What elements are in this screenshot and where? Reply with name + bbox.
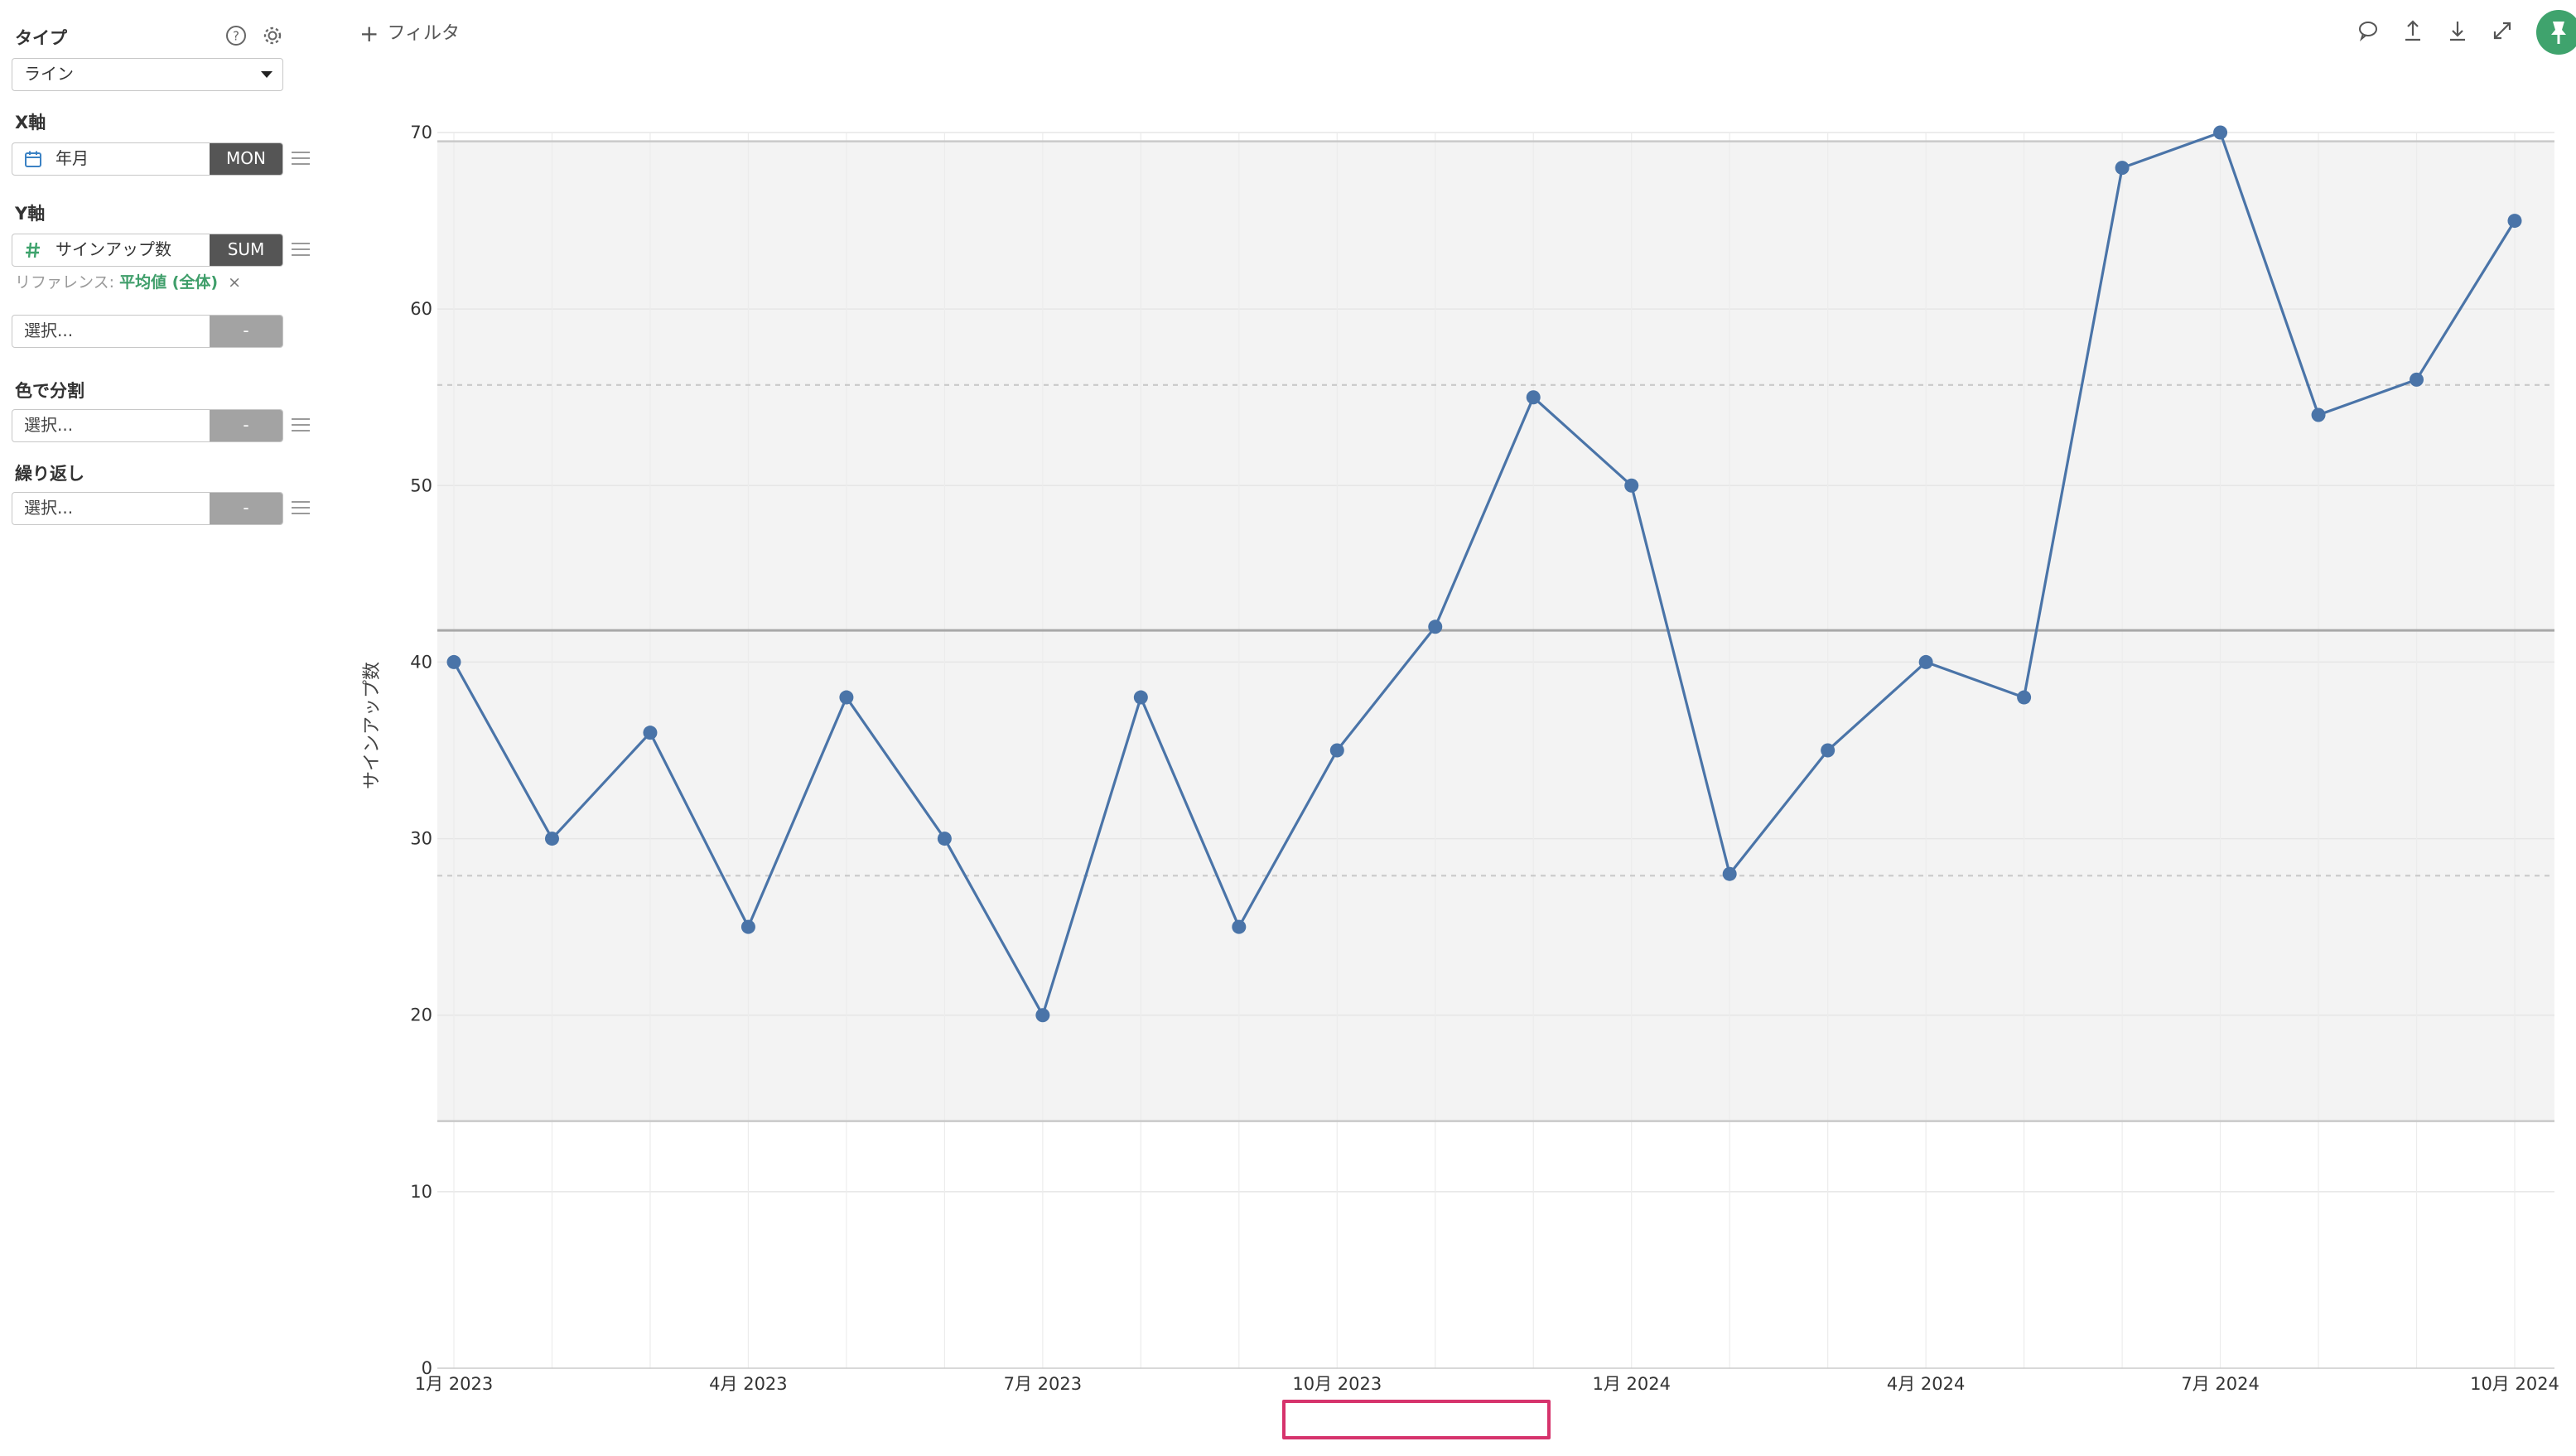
- y-tick-label: 10: [410, 1182, 432, 1202]
- x-tick-label: 4月 2023: [709, 1374, 787, 1394]
- data-point: [2017, 690, 2032, 705]
- data-point: [740, 919, 755, 934]
- data-point: [1722, 866, 1737, 881]
- x-tick-label: 1月 2024: [1592, 1374, 1670, 1394]
- data-point: [1821, 743, 1836, 758]
- x-tick-label: 1月 2023: [415, 1374, 493, 1394]
- y-tick-label: 60: [410, 299, 432, 319]
- data-point: [1329, 743, 1344, 758]
- y-tick-label: 50: [410, 475, 432, 495]
- y-tick-label: 30: [410, 829, 432, 849]
- x-tick-label: 7月 2023: [1004, 1374, 1082, 1394]
- x-tick-labels: 1月 2023 4月 2023 7月 2023 10月 2023 1月 2024 4月 2…: [415, 1374, 2559, 1394]
- app-window: タイプ ? ライン X軸 年月 MON Y軸 サインアップ数 SUM リファレン…: [0, 0, 2576, 1456]
- x-tick-label: 4月 2024: [1887, 1374, 1965, 1394]
- data-point: [643, 726, 658, 740]
- y-tick-label: 70: [410, 123, 432, 142]
- data-point: [1526, 390, 1541, 405]
- line-chart: 010203040506070 1月 2023 4月 2023 7月 2023 10月…: [362, 123, 2559, 1394]
- y-axis-title: サインアップ数: [362, 662, 383, 789]
- data-point: [2213, 125, 2228, 140]
- data-point: [2115, 161, 2130, 176]
- y-tick-label: 40: [410, 652, 432, 672]
- x-tick-label: 7月 2024: [2181, 1374, 2259, 1394]
- data-point: [1428, 620, 1443, 634]
- data-point: [937, 832, 952, 846]
- data-point: [1918, 654, 1933, 669]
- y-tick-label: 20: [410, 1005, 432, 1025]
- data-point: [1624, 478, 1639, 493]
- data-point: [839, 690, 854, 705]
- highlight-box: [1282, 1400, 1551, 1439]
- data-point: [1133, 690, 1148, 705]
- x-tick-label: 10月 2024: [2470, 1374, 2559, 1394]
- data-point: [2410, 372, 2424, 387]
- data-point: [544, 832, 559, 846]
- data-point: [1035, 1008, 1050, 1023]
- x-tick-label: 10月 2023: [1292, 1374, 1382, 1394]
- y-tick-labels: 010203040506070: [410, 123, 432, 1378]
- data-point: [2507, 214, 2522, 229]
- data-point: [2311, 407, 2326, 422]
- data-point: [1232, 919, 1247, 934]
- data-point: [446, 654, 461, 669]
